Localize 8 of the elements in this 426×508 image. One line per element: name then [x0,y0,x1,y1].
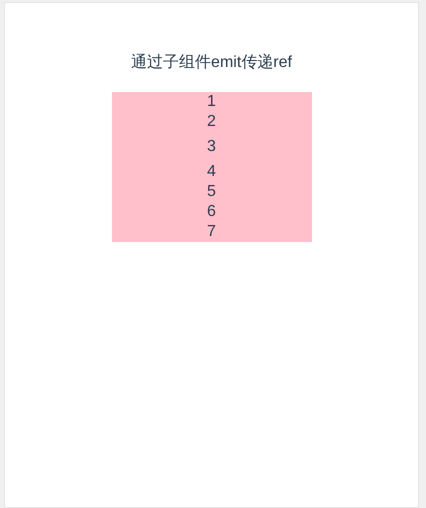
list-item: 1 [207,92,216,112]
list-item: 7 [207,222,216,242]
page-title: 通过子组件emit传递ref [131,52,292,73]
list-item: 5 [207,182,216,202]
list-item: 2 [207,112,216,132]
list-item: 3 [207,137,216,157]
list-item: 4 [207,162,216,182]
list-item: 6 [207,202,216,222]
